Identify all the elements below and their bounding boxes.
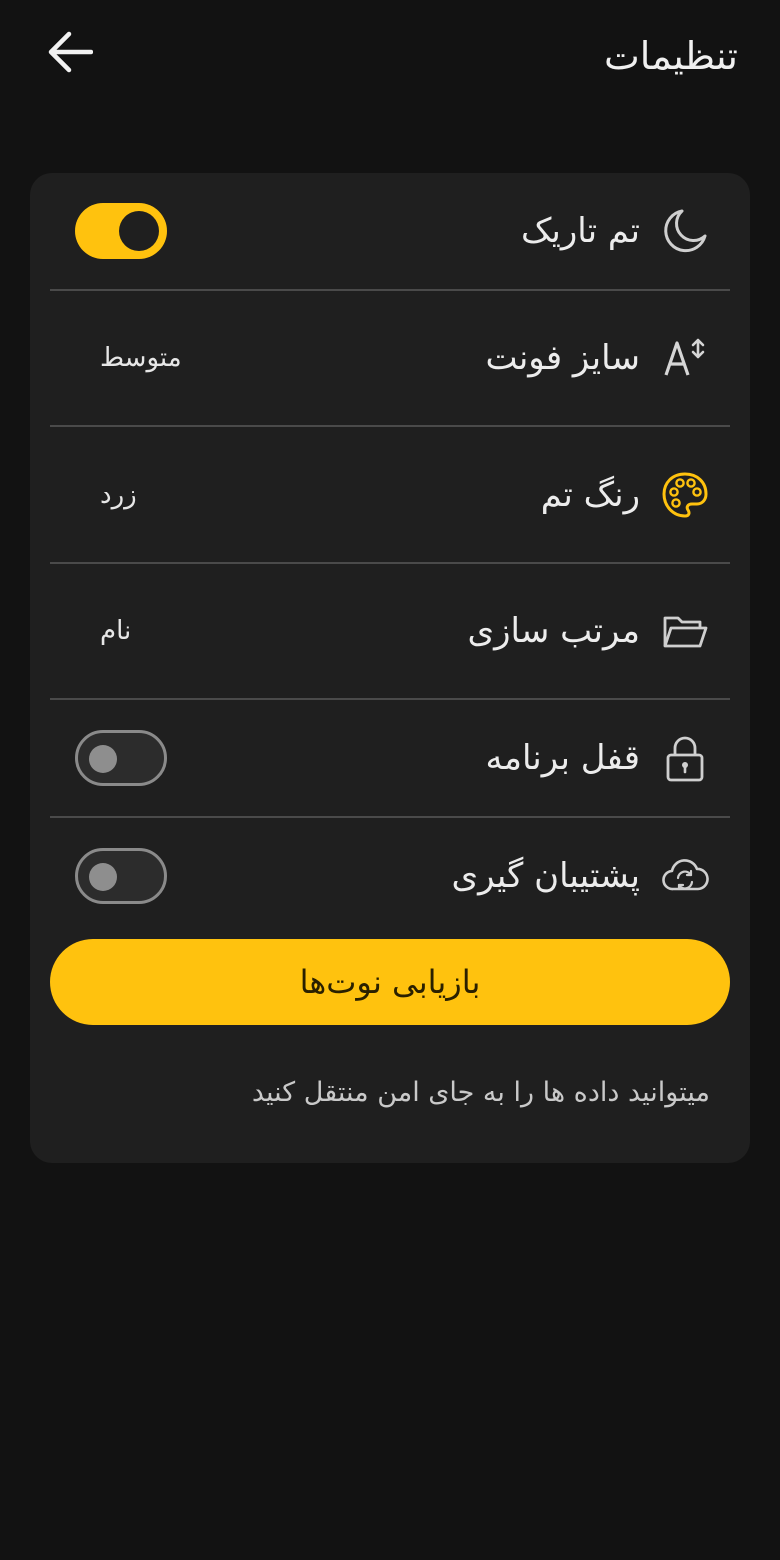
setting-row-theme-color[interactable]: زرد رنگ تم xyxy=(50,427,730,562)
setting-row-dark-theme[interactable]: تم تاریک xyxy=(50,173,730,289)
cloud-sync-icon xyxy=(660,851,710,901)
setting-row-app-lock[interactable]: قفل برنامه xyxy=(50,700,730,816)
app-lock-label: قفل برنامه xyxy=(485,738,641,778)
app-lock-toggle[interactable] xyxy=(75,730,167,786)
settings-card: تم تاریک متوسط سایز فونت زرد رنگ تم نام … xyxy=(30,173,750,1163)
setting-title-group: سایز فونت xyxy=(485,333,730,383)
moon-icon xyxy=(660,206,710,256)
setting-title-group: تم تاریک xyxy=(521,206,730,256)
restore-notes-button[interactable]: بازیابی نوت‌ها xyxy=(50,939,730,1025)
backup-label: پشتیبان گیری xyxy=(451,856,640,896)
font-size-label: سایز فونت xyxy=(485,338,640,378)
lock-icon xyxy=(660,733,710,783)
backup-toggle[interactable] xyxy=(75,848,167,904)
font-size-value: متوسط xyxy=(100,343,182,373)
theme-color-label: رنگ تم xyxy=(540,474,640,515)
backup-hint-text: میتوانید داده ها را به جای امن منتقل کنی… xyxy=(251,1077,710,1108)
sort-value: نام xyxy=(100,616,132,646)
sort-label: مرتب سازی xyxy=(467,611,640,651)
setting-title-group: مرتب سازی xyxy=(467,606,730,656)
page-title: تنظیمات xyxy=(603,34,738,78)
font-size-icon xyxy=(660,333,710,383)
toggle-knob xyxy=(119,211,159,251)
arrow-left-icon xyxy=(48,31,93,73)
folder-icon xyxy=(660,606,710,656)
dark-theme-toggle[interactable] xyxy=(75,203,167,259)
setting-row-font-size[interactable]: متوسط سایز فونت xyxy=(50,291,730,425)
setting-title-group: قفل برنامه xyxy=(486,733,731,783)
toggle-knob xyxy=(89,863,117,891)
settings-screen: تنظیمات تم تاریک متوسط سایز فونت زرد رنگ… xyxy=(0,0,780,1560)
back-button[interactable] xyxy=(40,24,100,80)
palette-icon xyxy=(660,470,710,520)
setting-title-group: رنگ تم xyxy=(541,470,730,520)
dark-theme-label: تم تاریک xyxy=(520,211,640,251)
setting-title-group: پشتیبان گیری xyxy=(451,851,730,901)
toggle-knob xyxy=(89,745,117,773)
setting-row-sort[interactable]: نام مرتب سازی xyxy=(50,564,730,698)
setting-row-backup[interactable]: پشتیبان گیری xyxy=(50,818,730,934)
theme-color-value: زرد xyxy=(100,479,137,510)
